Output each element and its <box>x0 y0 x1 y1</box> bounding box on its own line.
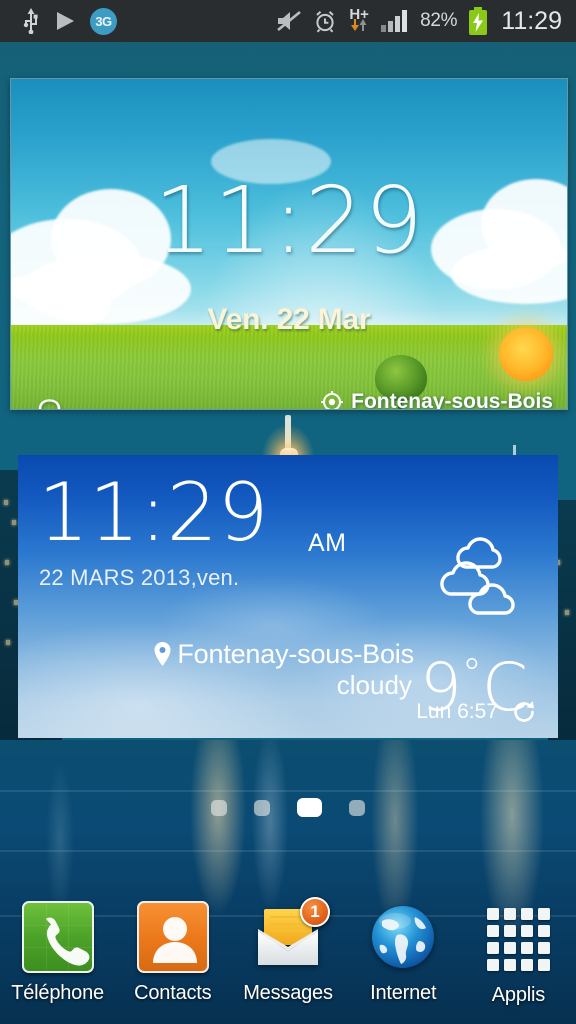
grid-cell <box>503 941 516 954</box>
globe-icon[interactable] <box>367 901 439 973</box>
widget2-sync-time: Lun 6:57 <box>416 700 498 723</box>
grid-cell <box>503 924 516 937</box>
widget2-condition-label: cloudy <box>336 670 412 700</box>
phone-icon[interactable] <box>21 901 94 973</box>
clouds-icon <box>428 533 536 619</box>
water-shimmer <box>0 850 576 852</box>
battery-percent-label: 82% <box>420 10 458 31</box>
alarm-icon <box>313 9 337 33</box>
map-pin-icon <box>154 642 171 666</box>
wallpaper-window-light <box>565 610 569 615</box>
widget2-time: 11:29 <box>38 466 269 559</box>
widget-location-label: Fontenay-sous-Bois <box>351 390 553 410</box>
grid-cell <box>503 907 516 920</box>
wallpaper-window-light <box>12 520 16 525</box>
dock-item-internet[interactable]: Internet <box>346 889 461 1024</box>
mute-icon <box>276 10 302 32</box>
widget-temperature: 8°C <box>33 395 103 410</box>
dock-item-contacts[interactable]: Contacts <box>115 889 230 1024</box>
signal-icon <box>381 10 409 32</box>
wallpaper-window-light <box>4 500 8 505</box>
widget2-location-row: Fontenay-sous-Bois <box>154 639 414 669</box>
grid-cell <box>520 958 533 971</box>
degree-symbol: ° <box>461 651 482 697</box>
widget2-ampm: AM <box>308 529 347 557</box>
widget2-location-block: Fontenay-sous-Bois cloudy <box>154 639 414 701</box>
widget-clock-time: 11:29 <box>153 167 425 274</box>
notification-badge: 1 <box>300 897 330 927</box>
gps-target-icon <box>321 391 344 409</box>
grid-cell <box>520 924 533 937</box>
degree-symbol: ° <box>66 409 79 410</box>
accuweather-widget[interactable]: 11:29 Ven. 22 Mar 8°C AccuWeather.com Fo… <box>10 78 568 410</box>
temperature-unit: C <box>79 407 103 409</box>
clock-weather-widget[interactable]: 11:29 AM 22 MARS 2013,ven. Fontenay-sous… <box>18 455 558 738</box>
grid-cell <box>486 907 499 920</box>
grid-cell <box>520 941 533 954</box>
page-dot[interactable] <box>211 799 227 816</box>
water-shimmer <box>0 790 576 792</box>
dock: Téléphone Contacts 1 Messages Internet A… <box>0 889 576 1024</box>
messages-icon[interactable]: 1 <box>252 897 330 973</box>
page-indicator <box>0 798 576 817</box>
widget2-date: 22 MARS 2013,ven. <box>39 565 240 590</box>
wallpaper-window-light <box>5 560 9 565</box>
grid-cell <box>537 907 550 920</box>
widget-clock-date: Ven. 22 Mar <box>207 303 371 336</box>
dock-label: Internet <box>370 982 437 1004</box>
phone-home-screen: 3G H+ 82% 11:29 11:29 Ven. 22 Mar Fonten… <box>0 0 576 1024</box>
wallpaper-window-light <box>6 640 10 645</box>
page-dot[interactable] <box>349 799 365 816</box>
grid-cell <box>537 941 550 954</box>
dock-item-messages[interactable]: 1 Messages <box>230 889 345 1024</box>
grid-cell <box>486 941 499 954</box>
dock-label: Contacts <box>134 982 212 1004</box>
refresh-icon[interactable] <box>510 698 538 726</box>
usb-icon <box>22 8 40 34</box>
3g-icon: 3G <box>90 7 117 35</box>
dock-label: Applis <box>491 984 546 1006</box>
grid-cell <box>537 924 550 937</box>
grid-cell <box>503 958 516 971</box>
temperature-value: 8 <box>33 391 66 409</box>
grid-cell <box>486 958 499 971</box>
contacts-icon[interactable] <box>136 901 209 973</box>
widget-location-row: Fontenay-sous-Bois <box>321 390 553 410</box>
grid-cell <box>486 924 499 937</box>
dock-label: Messages <box>243 982 333 1004</box>
dock-item-phone[interactable]: Téléphone <box>0 889 115 1024</box>
status-bar-left-icons: 3G <box>0 7 117 35</box>
page-dot[interactable] <box>254 799 270 816</box>
dock-label: Téléphone <box>11 982 104 1004</box>
app-grid-icon[interactable] <box>482 901 554 975</box>
dock-item-apps[interactable]: Applis <box>461 889 576 1024</box>
hplus-data-icon: H+ <box>348 7 370 31</box>
status-bar-right-icons: H+ 82% 11:29 <box>276 7 576 36</box>
grid-cell <box>537 958 550 971</box>
status-bar: 3G H+ 82% 11:29 <box>0 0 576 42</box>
grid-cell <box>520 907 533 920</box>
status-bar-clock: 11:29 <box>501 6 562 35</box>
page-dot-active[interactable] <box>297 798 322 817</box>
widget2-location-label: Fontenay-sous-Bois <box>177 639 414 669</box>
play-icon <box>54 10 76 32</box>
battery-charging-icon <box>468 7 488 35</box>
